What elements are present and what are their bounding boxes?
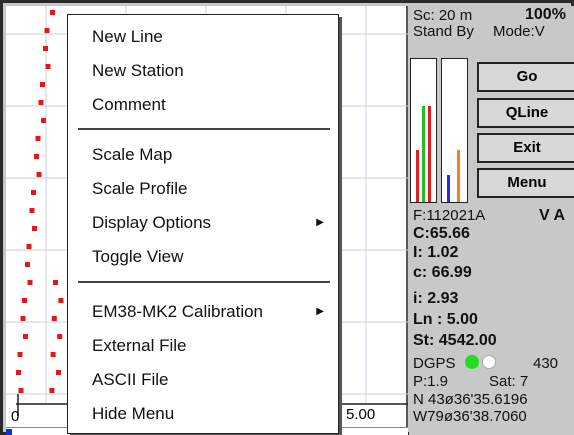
status-panel: Sc: 20 m 100% Stand By Mode:V Go QLine E… xyxy=(409,6,574,435)
station-readout: St: 4542.00 xyxy=(413,332,497,349)
menu-item-comment[interactable]: Comment xyxy=(68,89,338,121)
i-lower-value: i: 2.93 xyxy=(413,290,459,307)
submenu-arrow-icon: ▶ xyxy=(316,217,324,228)
profile-dot xyxy=(43,46,48,51)
gps-status-green-icon xyxy=(465,355,479,369)
profile-dot xyxy=(36,172,42,177)
profile-dot xyxy=(50,10,55,15)
profile-dot xyxy=(58,298,64,303)
submenu-arrow-icon: ▶ xyxy=(316,306,324,317)
menu-item-label: New Line xyxy=(92,27,163,46)
menu-item-label: Scale Map xyxy=(92,145,173,164)
satellite-count: Sat: 7 xyxy=(489,373,529,390)
bar-red xyxy=(428,106,431,202)
profile-dot xyxy=(25,262,30,267)
scrollbar-thumb[interactable] xyxy=(6,429,12,435)
menu-item-em38-calibration[interactable]: EM38-MK2 Calibration ▶ xyxy=(68,296,338,328)
menu-separator xyxy=(78,281,330,283)
profile-dot xyxy=(50,352,56,357)
profile-dot xyxy=(32,226,37,231)
profile-dot xyxy=(40,82,45,87)
menu-item-label: Hide Menu xyxy=(92,404,175,423)
menu-item-new-line[interactable]: New Line xyxy=(68,21,338,53)
bar-orange xyxy=(457,150,460,202)
axis-label-right: 5.00 xyxy=(346,406,376,423)
profile-dot xyxy=(29,208,35,213)
profile-dot xyxy=(51,316,57,321)
profile-dot xyxy=(20,316,26,321)
dgps-value: 430 xyxy=(533,355,559,372)
p-value: P:1.9 xyxy=(413,373,449,390)
menu-item-toggle-view[interactable]: Toggle View xyxy=(68,241,338,273)
menu-item-scale-profile[interactable]: Scale Profile xyxy=(68,173,338,205)
scale-readout: Sc: 20 m xyxy=(413,7,473,24)
gps-status-white-icon xyxy=(482,355,496,369)
menu-item-scale-map[interactable]: Scale Map xyxy=(68,139,338,171)
longitude-readout: W79ø36'38.7060 xyxy=(413,408,527,425)
profile-dot xyxy=(17,352,23,357)
context-menu: New Line New Station Comment Scale Map S… xyxy=(67,14,339,434)
profile-dot xyxy=(23,334,28,339)
profile-dot xyxy=(18,388,24,393)
file-readout: F:112021A xyxy=(413,207,486,224)
menu-item-display-options[interactable]: Display Options ▶ xyxy=(68,207,338,239)
profile-dot xyxy=(45,64,51,69)
mode-status: Mode:V xyxy=(493,23,545,40)
menu-item-external-file[interactable]: External File xyxy=(68,330,338,362)
go-button[interactable]: Go xyxy=(477,62,574,92)
profile-dot xyxy=(57,334,63,339)
profile-dot xyxy=(26,244,32,249)
bar-red xyxy=(416,150,419,202)
bar-blue xyxy=(447,175,450,202)
profile-dot xyxy=(53,280,58,285)
zoom-readout: 100% xyxy=(525,6,566,23)
menu-item-label: Toggle View xyxy=(92,247,184,266)
profile-dot xyxy=(44,28,50,33)
profile-dot xyxy=(56,370,61,375)
menu-item-label: Display Options xyxy=(92,213,212,232)
menu-item-label: EM38-MK2 Calibration xyxy=(92,302,264,321)
menu-item-label: New Station xyxy=(92,61,184,80)
i-upper-value: I: 1.02 xyxy=(413,244,459,261)
menu-separator xyxy=(78,128,330,130)
menu-item-new-station[interactable]: New Station xyxy=(68,55,338,87)
profile-dot xyxy=(34,154,39,159)
profile-dot xyxy=(16,370,21,375)
signal-bar-left xyxy=(410,58,437,203)
profile-dot xyxy=(49,388,55,393)
profile-dot xyxy=(27,280,33,285)
qline-button[interactable]: QLine xyxy=(477,98,574,128)
menu-item-label: Scale Profile xyxy=(92,179,188,198)
app-window: 0 5.00 New Line New Station Comment Scal… xyxy=(0,0,574,435)
menu-item-label: Comment xyxy=(92,95,166,114)
standby-status: Stand By xyxy=(413,23,474,40)
line-readout: Ln : 5.00 xyxy=(413,311,478,328)
exit-button[interactable]: Exit xyxy=(477,133,574,163)
profile-dot xyxy=(35,136,41,141)
axis-label-left: 0 xyxy=(11,408,20,425)
menu-item-hide-menu[interactable]: Hide Menu xyxy=(68,398,338,430)
bar-green xyxy=(422,106,425,202)
menu-button[interactable]: Menu xyxy=(477,168,574,198)
menu-item-ascii-file[interactable]: ASCII File xyxy=(68,364,338,396)
profile-dot xyxy=(22,298,27,303)
profile-dot xyxy=(31,190,36,195)
c-upper-value: C:65.66 xyxy=(413,225,470,242)
dgps-label: DGPS xyxy=(413,355,456,372)
profile-dot xyxy=(38,100,44,105)
menu-item-label: External File xyxy=(92,336,187,355)
latitude-readout: N 43ø36'35.6196 xyxy=(413,391,528,408)
c-lower-value: c: 66.99 xyxy=(413,264,472,281)
profile-dot xyxy=(41,118,46,123)
signal-bar-right xyxy=(441,58,468,203)
menu-item-label: ASCII File xyxy=(92,370,169,389)
file-flag: V A xyxy=(539,207,566,224)
